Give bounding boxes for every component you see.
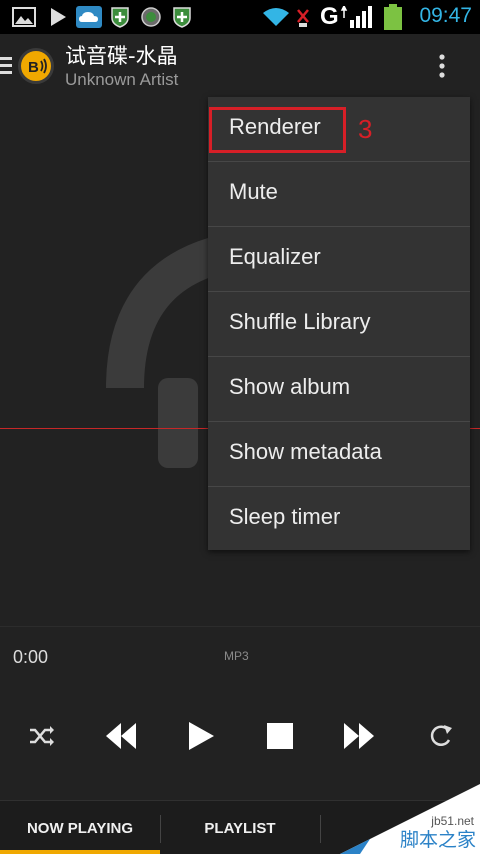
fast-forward-icon[interactable]	[339, 716, 379, 756]
menu-item-show-album[interactable]: Show album	[208, 357, 470, 422]
battery-icon	[384, 4, 402, 30]
menu-item-equalizer[interactable]: Equalizer	[208, 227, 470, 292]
menu-item-label: Mute	[229, 179, 278, 204]
watermark: jb51.net 脚本之家	[340, 784, 480, 854]
tab-label: PLAYLIST	[204, 820, 276, 837]
track-title: 试音碟-水晶	[65, 44, 178, 68]
audio-format: MP3	[224, 649, 249, 663]
shield-plus-icon	[111, 7, 129, 28]
shuffle-icon[interactable]	[20, 716, 60, 756]
app-logo-icon[interactable]: B	[18, 48, 54, 84]
rewind-icon[interactable]	[101, 716, 141, 756]
annotation-highlight-box	[209, 107, 346, 153]
overflow-menu-icon[interactable]	[432, 52, 452, 80]
repeat-icon[interactable]	[420, 716, 460, 756]
progress-row: 0:00 MP3	[0, 626, 480, 686]
app-logo-text: B	[28, 59, 39, 76]
shield-plus-icon	[173, 7, 191, 28]
menu-item-label: Sleep timer	[229, 504, 341, 529]
globe-icon	[141, 7, 161, 27]
play-store-icon	[51, 8, 66, 26]
network-type-label: G	[320, 3, 339, 30]
watermark-name: 脚本之家	[399, 829, 476, 851]
menu-item-sleep-timer[interactable]: Sleep timer	[208, 487, 470, 552]
menu-item-show-metadata[interactable]: Show metadata	[208, 422, 470, 487]
play-icon[interactable]	[181, 716, 221, 756]
playback-controls	[0, 686, 480, 800]
tab-now-playing[interactable]: NOW PLAYING	[0, 801, 160, 854]
wifi-icon	[263, 8, 289, 26]
tab-playlist[interactable]: PLAYLIST	[160, 801, 320, 854]
status-bar: G 09:47	[0, 0, 480, 34]
annotation-step-number: 3	[358, 114, 373, 144]
stop-icon[interactable]	[260, 716, 300, 756]
clock: 09:47	[419, 4, 472, 27]
menu-item-label: Shuffle Library	[229, 309, 371, 334]
bubbleupnp-logo: B	[28, 58, 47, 76]
gallery-icon	[12, 7, 36, 27]
menu-item-shuffle-library[interactable]: Shuffle Library	[208, 292, 470, 357]
menu-item-label: Show metadata	[229, 439, 382, 464]
overflow-menu: Renderer Mute Equalizer Shuffle Library …	[208, 97, 470, 550]
menu-item-mute[interactable]: Mute	[208, 162, 470, 227]
no-sim-icon	[297, 9, 309, 27]
tab-divider	[320, 815, 321, 843]
track-artist: Unknown Artist	[65, 70, 179, 89]
cloud-icon	[76, 6, 102, 28]
signal-icon	[340, 6, 372, 28]
menu-item-label: Show album	[229, 374, 351, 399]
tab-label: NOW PLAYING	[26, 820, 134, 837]
action-bar: B 试音碟-水晶 Unknown Artist	[0, 34, 480, 98]
elapsed-time: 0:00	[13, 647, 49, 667]
drawer-menu-icon[interactable]	[0, 56, 12, 74]
active-tab-indicator	[0, 850, 160, 854]
menu-item-label: Equalizer	[229, 244, 321, 269]
